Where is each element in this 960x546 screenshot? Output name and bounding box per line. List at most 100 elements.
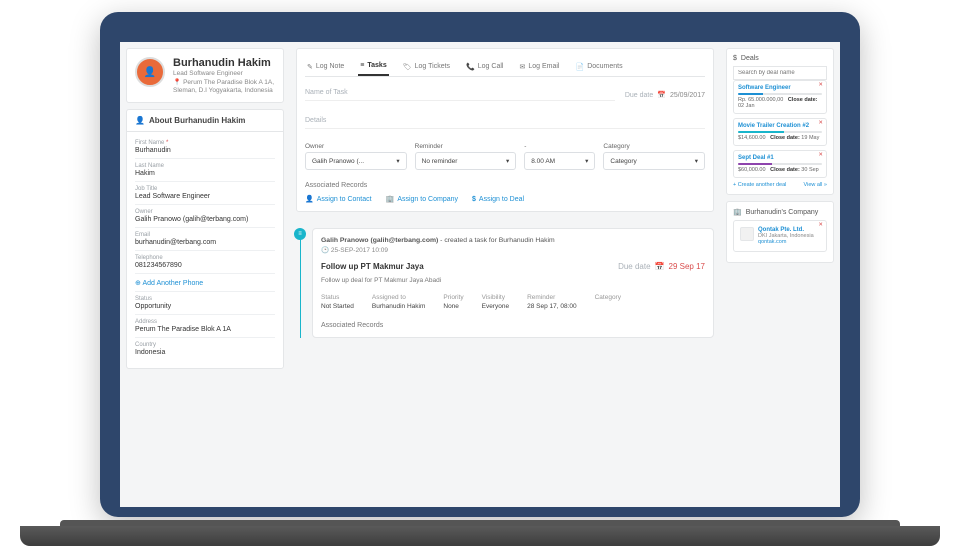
- email-value[interactable]: burhanudin@terbang.com: [135, 239, 275, 246]
- deal-name: Sept Deal #1: [738, 155, 822, 161]
- task-name-input[interactable]: Name of Task: [305, 89, 615, 101]
- task-card: ✎Log Note ≡Tasks 🏷Log Tickets 📞Log Call …: [296, 48, 714, 212]
- create-deal-link[interactable]: + Create another deal: [733, 182, 786, 188]
- about-heading-text: About Burhanudin Hakim: [149, 116, 245, 125]
- assign-contact-button[interactable]: 👤Assign to Contact: [305, 195, 372, 203]
- dollar-icon: $: [733, 55, 737, 62]
- deal-close-info: Rp. 65.000.000,00 Close date: 02 Jan: [738, 97, 822, 109]
- owner-select-value: Galih Pranowo (...: [312, 158, 364, 165]
- tab-log-email[interactable]: ✉Log Email: [517, 57, 561, 76]
- create-deal-label: Create another deal: [738, 182, 787, 188]
- associated-records-label: Associated Records: [305, 182, 705, 189]
- reminder-select[interactable]: No reminder▾: [415, 152, 517, 170]
- deal-item[interactable]: ✕Sept Deal #1$60,000.00 Close date: 30 S…: [733, 150, 827, 178]
- first-name-label: First Name: [135, 140, 164, 146]
- profile-address-line1: Perum The Paradise Blok A 1A,: [183, 79, 274, 86]
- tab-log-note[interactable]: ✎Log Note: [305, 57, 346, 76]
- address-label: Address: [135, 319, 275, 325]
- owner-select-label: Owner: [305, 143, 407, 150]
- dollar-icon: $: [472, 196, 476, 203]
- col-visibility-v: Everyone: [482, 303, 509, 310]
- country-value[interactable]: Indonesia: [135, 349, 275, 356]
- category-select-value: Category: [610, 158, 636, 165]
- col-category-h: Category: [595, 294, 621, 301]
- assign-deal-button[interactable]: $Assign to Deal: [472, 195, 524, 203]
- assign-company-label: Assign to Company: [397, 196, 458, 203]
- profile-title: Lead Software Engineer: [173, 70, 274, 77]
- tab-tasks[interactable]: ≡Tasks: [358, 57, 388, 76]
- person-icon: 👤: [305, 195, 314, 203]
- calendar-icon: 📅: [655, 262, 665, 271]
- deal-item[interactable]: ✕Software Engineer Rp. 65.000.000,00 Clos…: [733, 80, 827, 114]
- last-name-label: Last Name: [135, 163, 275, 169]
- job-title-value[interactable]: Lead Software Engineer: [135, 193, 275, 200]
- col-priority-h: Priority: [443, 294, 463, 301]
- timeline-card: Galih Pranowo (galih@terbang.com) - crea…: [312, 228, 714, 338]
- edit-icon: ✎: [307, 63, 313, 71]
- deal-progress-bar: [738, 131, 822, 133]
- phone-icon: 📞: [466, 63, 475, 71]
- timeline-assoc-label: Associated Records: [321, 322, 705, 329]
- tab-log-tickets-label: Log Tickets: [415, 63, 450, 70]
- company-heading: Burhanudin's Company: [746, 209, 819, 216]
- remove-deal-button[interactable]: ✕: [818, 152, 823, 158]
- col-status-h: Status: [321, 294, 354, 301]
- deal-search-input[interactable]: [733, 66, 827, 80]
- reminder-select-value: No reminder: [422, 158, 458, 165]
- add-phone-label: Add Another Phone: [142, 280, 203, 287]
- timeline-actor: Galih Pranowo (galih@terbang.com): [321, 237, 438, 244]
- tab-log-email-label: Log Email: [528, 63, 559, 70]
- last-name-value[interactable]: Hakim: [135, 170, 275, 177]
- tab-log-note-label: Log Note: [316, 63, 344, 70]
- chevron-down-icon: ▾: [695, 157, 698, 165]
- timeline-due-label: Due date: [618, 262, 650, 271]
- deals-heading: Deals: [741, 55, 759, 62]
- deal-progress-bar: [738, 163, 822, 165]
- company-logo: [740, 227, 754, 241]
- add-phone-link[interactable]: ⊕ Add Another Phone: [135, 279, 275, 287]
- owner-value[interactable]: Galih Pranowo (galih@terbang.com): [135, 216, 275, 223]
- timeline-desc: Follow up deal for PT Makmur Jaya Abadi: [321, 277, 705, 284]
- tab-log-tickets[interactable]: 🏷Log Tickets: [401, 57, 452, 76]
- deal-name: Software Engineer: [738, 85, 822, 91]
- remove-company-button[interactable]: ✕: [818, 222, 823, 228]
- status-label: Status: [135, 296, 275, 302]
- remove-deal-button[interactable]: ✕: [818, 82, 823, 88]
- first-name-value[interactable]: Burhanudin: [135, 147, 275, 154]
- assign-deal-label: Assign to Deal: [479, 196, 524, 203]
- col-priority-v: None: [443, 303, 463, 310]
- about-heading: 👤 About Burhanudin Hakim: [126, 109, 284, 131]
- tab-log-call[interactable]: 📞Log Call: [464, 57, 505, 76]
- deal-close-info: $14,600.00 Close date: 19 May: [738, 135, 822, 141]
- col-reminder-v: 28 Sep 17, 08:00: [527, 303, 577, 310]
- col-status-v: Not Started: [321, 303, 354, 310]
- profile-name: Burhanudin Hakim: [173, 57, 274, 69]
- telephone-value[interactable]: 081234567890: [135, 262, 275, 269]
- col-assigned-v: Burhanudin Hakim: [372, 303, 425, 310]
- profile-header: 👤 Burhanudin Hakim Lead Software Enginee…: [126, 48, 284, 103]
- tabs: ✎Log Note ≡Tasks 🏷Log Tickets 📞Log Call …: [305, 57, 705, 77]
- chevron-down-icon: ▾: [585, 157, 588, 165]
- view-all-deals-link[interactable]: View all »: [804, 182, 827, 188]
- person-icon: 👤: [135, 116, 145, 125]
- assign-company-button[interactable]: 🏢Assign to Company: [386, 195, 458, 203]
- remove-deal-button[interactable]: ✕: [818, 120, 823, 126]
- category-select-label: Category: [603, 143, 705, 150]
- due-date-value[interactable]: 25/09/2017: [670, 92, 705, 99]
- time-select-value: 8.00 AM: [531, 158, 555, 165]
- owner-select[interactable]: Galih Pranowo (...▾: [305, 152, 407, 170]
- deal-item[interactable]: ✕Movie Trailer Creation #2$14,600.00 Clo…: [733, 118, 827, 146]
- tab-log-call-label: Log Call: [478, 63, 504, 70]
- country-label: Country: [135, 342, 275, 348]
- tab-documents[interactable]: 📄Documents: [573, 57, 624, 76]
- assign-contact-label: Assign to Contact: [317, 196, 372, 203]
- time-select[interactable]: 8.00 AM ▾: [524, 152, 595, 170]
- task-details-input[interactable]: Details: [305, 117, 705, 129]
- status-value[interactable]: Opportunity: [135, 303, 275, 310]
- deals-panel: $Deals ✕Software EngineerRp. 65.000.000,…: [726, 48, 834, 195]
- tag-icon: 🏷: [403, 63, 412, 71]
- company-panel: 🏢Burhanudin's Company ✕ Qontak Pte. Ltd.…: [726, 201, 834, 263]
- address-value[interactable]: Perum The Paradise Blok A 1A: [135, 326, 275, 333]
- avatar: 👤: [135, 57, 165, 87]
- category-select[interactable]: Category ▾: [603, 152, 705, 170]
